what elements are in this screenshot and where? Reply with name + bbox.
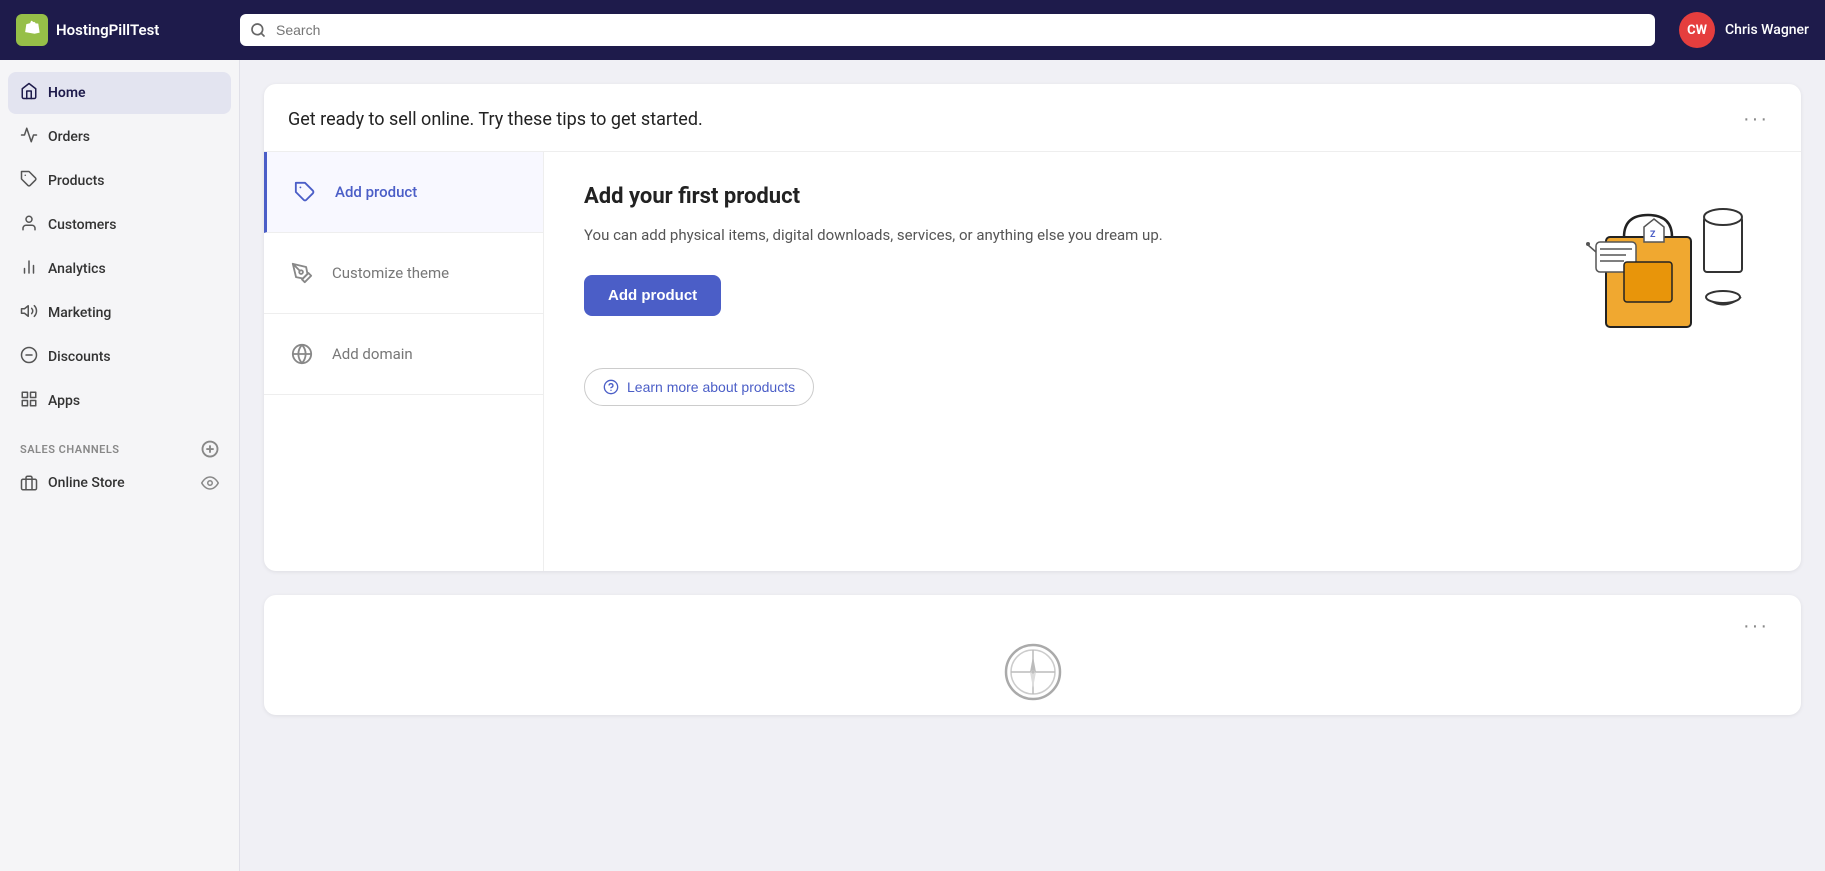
product-illustration: Z	[1581, 184, 1761, 344]
card-title: Get ready to sell online. Try these tips…	[288, 109, 703, 130]
brand-name: HostingPillTest	[56, 21, 159, 39]
online-store-label: Online Store	[48, 475, 125, 491]
sidebar-item-customers[interactable]: Customers	[8, 204, 231, 246]
add-sales-channel-icon[interactable]	[201, 440, 219, 458]
sidebar-item-discounts[interactable]: Discounts	[8, 336, 231, 378]
sales-channels-section: SALES CHANNELS	[8, 424, 231, 464]
add-product-icon-wrap	[287, 174, 323, 210]
marketing-icon	[20, 302, 38, 324]
second-card-more-button[interactable]: ···	[1735, 611, 1777, 642]
step-add-product[interactable]: Add product	[264, 152, 543, 233]
sales-channels-label: SALES CHANNELS	[20, 443, 120, 456]
sidebar-item-marketing[interactable]: Marketing	[8, 292, 231, 334]
avatar: CW	[1679, 12, 1715, 48]
apps-icon	[20, 390, 38, 412]
steps-list: Add product Customize theme	[264, 152, 544, 571]
search-wrapper	[240, 14, 1655, 46]
learn-more-button[interactable]: Learn more about products	[584, 368, 814, 406]
sidebar-item-label: Orders	[48, 129, 90, 145]
sidebar-item-home[interactable]: Home	[8, 72, 231, 114]
sidebar: Home Orders Products Customers Analytics…	[0, 60, 240, 871]
search-icon	[250, 22, 266, 38]
products-icon	[20, 170, 38, 192]
analytics-icon	[20, 258, 38, 280]
content-area: Get ready to sell online. Try these tips…	[240, 60, 1825, 871]
step-content-inner: Add your first product You can add physi…	[584, 184, 1761, 344]
question-circle-icon	[603, 379, 619, 395]
search-input[interactable]	[240, 14, 1655, 46]
sidebar-item-products[interactable]: Products	[8, 160, 231, 202]
sidebar-item-orders[interactable]: Orders	[8, 116, 231, 158]
second-card-partial: ···	[264, 595, 1801, 715]
sidebar-item-label: Analytics	[48, 261, 106, 277]
sidebar-item-label: Apps	[48, 393, 80, 409]
discounts-icon	[20, 346, 38, 368]
brand[interactable]: HostingPillTest	[16, 14, 216, 46]
sidebar-item-analytics[interactable]: Analytics	[8, 248, 231, 290]
step-add-domain[interactable]: Add domain	[264, 314, 543, 395]
sidebar-item-label: Marketing	[48, 305, 111, 321]
shopify-logo	[16, 14, 48, 46]
step-customize-theme-label: Customize theme	[332, 264, 449, 282]
step-add-domain-label: Add domain	[332, 345, 413, 363]
getting-started-card: Get ready to sell online. Try these tips…	[264, 84, 1801, 571]
globe-icon	[291, 343, 313, 365]
sidebar-item-apps[interactable]: Apps	[8, 380, 231, 422]
card-header: Get ready to sell online. Try these tips…	[264, 84, 1801, 151]
customize-theme-icon-wrap	[284, 255, 320, 291]
sidebar-item-label: Home	[48, 85, 86, 101]
add-domain-icon-wrap	[284, 336, 320, 372]
sidebar-item-label: Products	[48, 173, 105, 189]
more-options-button[interactable]: ···	[1735, 104, 1777, 135]
pen-tool-icon	[291, 262, 313, 284]
step-add-product-label: Add product	[335, 183, 417, 201]
step-content-title: Add your first product	[584, 184, 1557, 209]
compass-icon	[1003, 642, 1063, 702]
learn-more-label: Learn more about products	[627, 379, 795, 395]
svg-text:Z: Z	[1650, 230, 1656, 240]
orders-icon	[20, 126, 38, 148]
online-store-icon	[20, 474, 38, 492]
eye-icon[interactable]	[201, 474, 219, 492]
user-name: Chris Wagner	[1725, 22, 1809, 38]
sidebar-item-label: Customers	[48, 217, 116, 233]
step-text: Add your first product You can add physi…	[584, 184, 1557, 344]
steps-layout: Add product Customize theme	[264, 151, 1801, 571]
sidebar-item-label: Discounts	[48, 349, 111, 365]
customers-icon	[20, 214, 38, 236]
tag-icon	[294, 181, 316, 203]
topbar: HostingPillTest CW Chris Wagner	[0, 0, 1825, 60]
user-menu[interactable]: CW Chris Wagner	[1679, 12, 1809, 48]
step-content: Add your first product You can add physi…	[544, 152, 1801, 571]
online-store-item[interactable]: Online Store	[8, 464, 231, 502]
step-customize-theme[interactable]: Customize theme	[264, 233, 543, 314]
home-icon	[20, 82, 38, 104]
add-product-cta-button[interactable]: Add product	[584, 275, 721, 316]
step-content-desc: You can add physical items, digital down…	[584, 223, 1557, 247]
